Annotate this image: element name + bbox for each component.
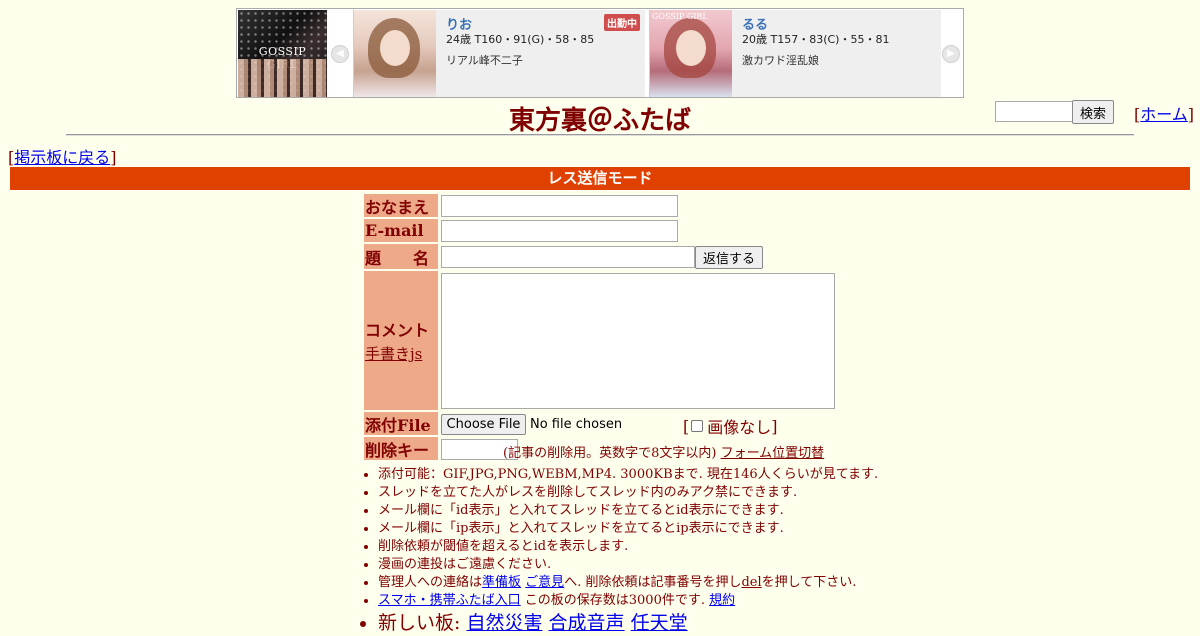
new-board-link[interactable]: 任天堂 (631, 612, 688, 634)
home-link-wrapper: [ホーム] (1134, 101, 1194, 125)
board-notes-list: 添付可能：GIF,JPG,PNG,WEBM,MP4. 3000KBまで. 現在1… (360, 466, 960, 636)
del-link[interactable]: del (741, 575, 761, 590)
junbi-board-link[interactable]: 準備板 (482, 575, 521, 590)
home-link[interactable]: ホーム (1140, 105, 1188, 124)
new-board-link[interactable]: 合成音声 (549, 612, 625, 634)
form-position-toggle-link[interactable]: フォーム位置切替 (721, 446, 825, 461)
contact-text: 管理人への連絡は (378, 575, 483, 590)
rules-link[interactable]: 規約 (709, 593, 735, 608)
back-link-wrapper: [掲示板に戻る] (8, 144, 117, 168)
name-field[interactable] (441, 195, 678, 217)
photo-face-shape (380, 30, 410, 66)
no-file-chosen-text: No file chosen (530, 417, 623, 432)
list-item: 新しい板: 自然災害 合成音声 任天堂 (378, 610, 960, 636)
banner-logo-group-photo (238, 59, 327, 97)
new-boards-label: 新しい板: (378, 612, 467, 634)
list-item: 削除依頼が閾値を超えるとidを表示します. (378, 538, 960, 556)
search-button[interactable]: 検索 (1072, 100, 1114, 124)
delete-key-hint: (記事の削除用。英数字で8文字以内) (503, 446, 717, 461)
banner-card[interactable]: GOSSIP GIRL るる 20歳 T157・83(C)・55・81 激カワド… (649, 10, 941, 97)
banner-card-catchphrase: リアル峰不二子 (446, 54, 523, 67)
file-label: 添付File (364, 412, 438, 435)
banner-card-catchphrase: 激カワド淫乱娘 (742, 54, 819, 67)
list-item: スマホ・携帯ふたば入口 この板の保存数は3000件です. 規約 (378, 592, 960, 610)
photo-face-shape (676, 30, 706, 66)
banner-prev-arrow-icon[interactable]: ◀ (331, 45, 349, 63)
comment-label-cell: コメント 手書きjs (364, 271, 438, 410)
choose-file-button[interactable]: Choose File (441, 414, 526, 435)
subject-field[interactable] (441, 246, 695, 268)
bracket-close: ] (1187, 105, 1195, 124)
list-item: メール欄に「ip表示」と入れてスレッドを立てるとip表示にできます. (378, 520, 960, 538)
list-item: メール欄に「id表示」と入れてスレッドを立てるとid表示にできます. (378, 502, 960, 520)
bracket-open: [ (683, 416, 690, 436)
retention-text: この板の保存数は3000件です. (520, 593, 710, 608)
banner-card[interactable]: りお 出勤中 24歳 T160・91(G)・58・85 リアル峰不二子 (353, 10, 645, 97)
contact-text: を押して下さい. (761, 575, 857, 590)
bracket-close: ] (771, 416, 778, 436)
banner-next-arrow-icon[interactable]: ▶ (942, 45, 960, 63)
subject-label: 題 名 (364, 244, 438, 269)
mobile-entrance-link[interactable]: スマホ・携帯ふたば入口 (378, 593, 521, 608)
header-divider (66, 134, 1134, 136)
list-item: 添付可能：GIF,JPG,PNG,WEBM,MP4. 3000KBまで. 現在1… (378, 466, 960, 484)
banner-card-photo[interactable]: GOSSIP GIRL (650, 10, 732, 97)
comment-textarea[interactable] (441, 273, 835, 409)
contact-text: へ. 削除依頼は記事番号を押し (564, 575, 742, 590)
delete-key-label: 削除キー (364, 437, 438, 460)
list-item: スレッドを立てた人がレスを削除してスレッド内のみアク禁にできます. (378, 484, 960, 502)
name-label: おなまえ (364, 194, 438, 217)
banner-logo-image[interactable]: GOSSIP GIRL (238, 10, 327, 97)
no-image-checkbox[interactable] (691, 420, 704, 432)
submit-reply-button[interactable]: 返信する (695, 246, 763, 269)
list-item: 漫画の連投はご遠慮ください. (378, 556, 960, 574)
on-duty-badge: 出勤中 (604, 14, 640, 31)
comment-label: コメント (365, 321, 430, 340)
list-item: 管理人への連絡は準備板 ご意見へ. 削除依頼は記事番号を押しdelを押して下さい… (378, 574, 960, 592)
delete-key-note: (記事の削除用。英数字で8文字以内) フォーム位置切替 (503, 442, 824, 461)
bracket-close: ] (110, 148, 117, 167)
email-field[interactable] (441, 220, 678, 242)
search-input[interactable] (995, 101, 1073, 122)
banner-card-photo[interactable] (354, 10, 436, 97)
email-label: E-mail (364, 219, 438, 242)
tegaki-link[interactable]: 手書きjs (365, 343, 422, 364)
banner-card-stats: 20歳 T157・83(C)・55・81 (742, 33, 890, 46)
ad-banner[interactable]: GOSSIP GIRL ◀ りお 出勤中 24歳 T160・91(G)・58・8… (236, 8, 964, 98)
back-to-board-link[interactable]: 掲示板に戻る (14, 148, 110, 167)
new-board-link[interactable]: 自然災害 (466, 612, 542, 634)
banner-card-brand-watermark: GOSSIP GIRL (652, 12, 708, 21)
feedback-link[interactable]: ご意見 (525, 575, 564, 590)
reply-mode-bar: レス送信モード (10, 167, 1190, 190)
no-image-option: [ 画像なし ] (683, 414, 778, 438)
banner-card-stats: 24歳 T160・91(G)・58・85 (446, 33, 595, 46)
no-image-label: 画像なし (707, 418, 772, 437)
